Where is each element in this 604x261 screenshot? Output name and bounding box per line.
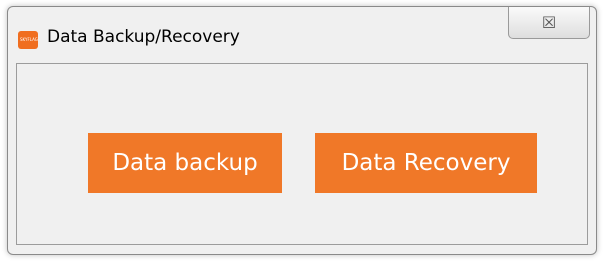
app-logo-icon: SKYFLAG <box>18 31 38 49</box>
close-button[interactable]: ☒ <box>508 7 590 39</box>
app-logo-text: SKYFLAG <box>20 37 38 42</box>
title-bar[interactable]: SKYFLAG Data Backup/Recovery ☒ <box>8 7 596 63</box>
data-recovery-button[interactable]: Data Recovery <box>315 133 537 193</box>
dialog-window: SKYFLAG Data Backup/Recovery ☒ Data back… <box>7 6 597 255</box>
window-title: Data Backup/Recovery <box>47 27 240 47</box>
dialog-content: Data backup Data Recovery <box>16 63 588 245</box>
close-icon: ☒ <box>541 12 557 32</box>
data-backup-button[interactable]: Data backup <box>88 133 282 193</box>
